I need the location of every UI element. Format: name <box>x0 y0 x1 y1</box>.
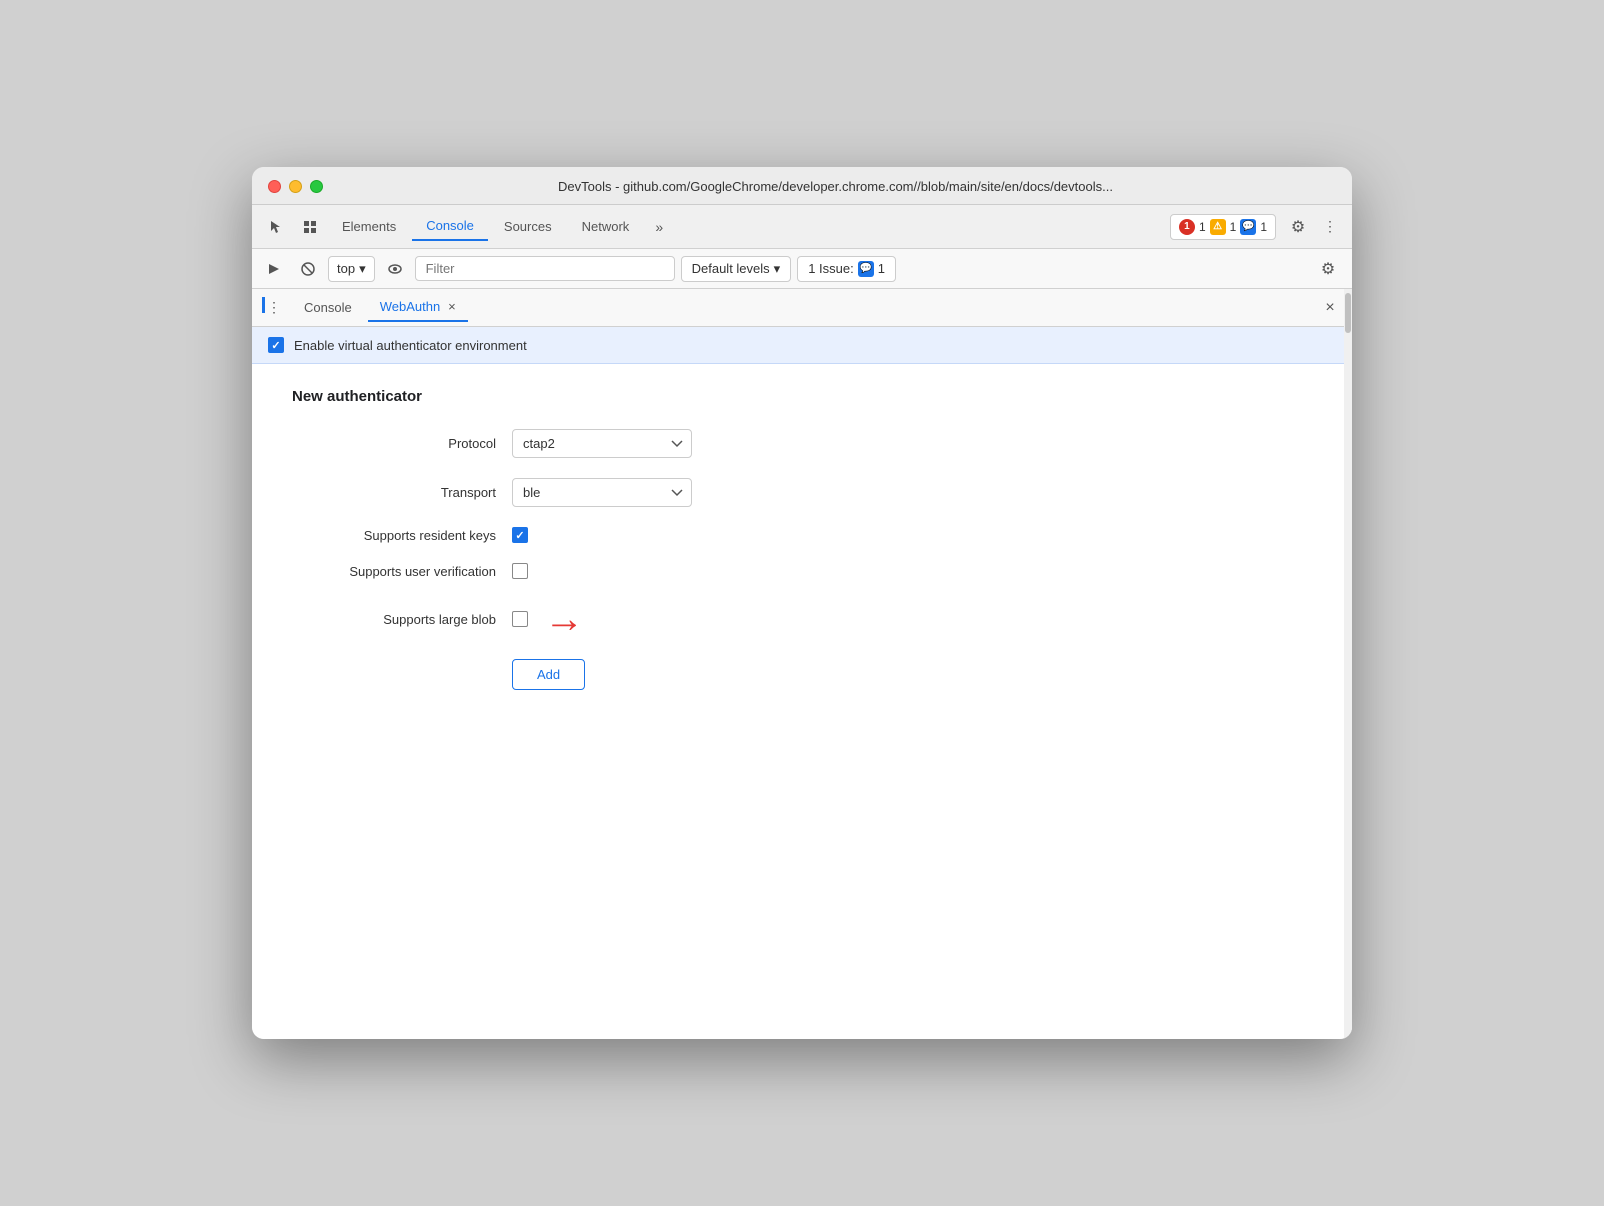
default-levels-label: Default levels <box>692 261 770 276</box>
close-webauthn-tab-icon[interactable]: × <box>448 299 456 314</box>
more-options-icon[interactable]: ⋮ <box>1316 213 1344 241</box>
traffic-lights <box>268 180 323 193</box>
console-settings-icon[interactable]: ⚙ <box>1312 253 1344 285</box>
chevron-down-icon: ▾ <box>774 261 781 277</box>
tab-console[interactable]: Console <box>412 212 488 241</box>
console-toolbar: top ▾ Default levels ▾ 1 Issue: 💬 1 ⚙ <box>252 249 1352 289</box>
resident-keys-label: Supports resident keys <box>292 528 512 543</box>
issues-label: 1 Issue: <box>808 261 854 276</box>
new-authenticator-section: New authenticator Protocol ctap2 u2f Tra… <box>252 364 1352 734</box>
resident-keys-checkbox[interactable] <box>512 527 528 543</box>
scrollbar-thumb[interactable] <box>1345 293 1351 333</box>
tab-console-panel[interactable]: Console <box>292 294 364 321</box>
minimize-window-button[interactable] <box>289 180 302 193</box>
ban-icon[interactable] <box>294 255 322 283</box>
user-verification-row: Supports user verification <box>292 563 1312 579</box>
protocol-row: Protocol ctap2 u2f <box>292 429 1312 458</box>
add-button-row: Add <box>292 659 1312 690</box>
panel-tabs-bar: ⋮ Console WebAuthn × × <box>252 289 1352 327</box>
filter-input[interactable] <box>415 256 675 281</box>
warning-icon: ⚠ <box>1210 219 1226 235</box>
protocol-select[interactable]: ctap2 u2f <box>512 429 692 458</box>
default-levels-button[interactable]: Default levels ▾ <box>681 256 792 282</box>
context-value: top <box>337 261 355 276</box>
devtools-window: DevTools - github.com/GoogleChrome/devel… <box>252 167 1352 1039</box>
eye-icon[interactable] <box>381 255 409 283</box>
blue-indicator <box>262 297 265 313</box>
enable-auth-label: Enable virtual authenticator environment <box>294 338 527 353</box>
window-title: DevTools - github.com/GoogleChrome/devel… <box>335 179 1336 194</box>
transport-label: Transport <box>292 485 512 500</box>
context-selector[interactable]: top ▾ <box>328 256 375 282</box>
enable-auth-bar: Enable virtual authenticator environment <box>252 327 1352 364</box>
close-panel-button[interactable]: × <box>1316 294 1344 322</box>
large-blob-checkbox[interactable] <box>512 611 528 627</box>
user-verification-label: Supports user verification <box>292 564 512 579</box>
chevron-down-icon: ▾ <box>359 261 366 277</box>
new-authenticator-title: New authenticator <box>292 388 1312 405</box>
badge-group: 1 1 ⚠ 1 💬 1 <box>1170 214 1276 240</box>
transport-row: Transport ble usb nfc internal <box>292 478 1312 507</box>
message-count: 1 <box>1260 220 1267 234</box>
issues-button[interactable]: 1 Issue: 💬 1 <box>797 256 896 282</box>
transport-select[interactable]: ble usb nfc internal <box>512 478 692 507</box>
tab-sources[interactable]: Sources <box>490 213 566 240</box>
resident-keys-row: Supports resident keys <box>292 527 1312 543</box>
execute-context-icon[interactable] <box>260 255 288 283</box>
warning-count: 1 <box>1230 220 1237 234</box>
title-bar: DevTools - github.com/GoogleChrome/devel… <box>252 167 1352 205</box>
layers-icon[interactable] <box>294 211 326 243</box>
user-verification-checkbox[interactable] <box>512 563 528 579</box>
tab-network[interactable]: Network <box>568 213 644 240</box>
error-count: 1 <box>1199 220 1206 234</box>
more-tabs-button[interactable]: » <box>645 213 673 241</box>
tab-elements[interactable]: Elements <box>328 213 410 240</box>
large-blob-label: Supports large blob <box>292 612 512 627</box>
cursor-icon[interactable] <box>260 211 292 243</box>
enable-auth-checkbox[interactable] <box>268 337 284 353</box>
close-window-button[interactable] <box>268 180 281 193</box>
error-badge-button[interactable]: 1 1 ⚠ 1 💬 1 <box>1170 214 1276 240</box>
issues-count: 1 <box>878 261 885 276</box>
devtools-tab-bar: Elements Console Sources Network » 1 1 ⚠… <box>252 205 1352 249</box>
issues-icon: 💬 <box>858 261 874 277</box>
add-authenticator-button[interactable]: Add <box>512 659 585 690</box>
protocol-label: Protocol <box>292 436 512 451</box>
large-blob-container: ← <box>512 599 584 639</box>
large-blob-row: Supports large blob ← <box>292 599 1312 639</box>
message-icon: 💬 <box>1240 219 1256 235</box>
tab-webauthn-panel[interactable]: WebAuthn × <box>368 293 468 322</box>
error-icon: 1 <box>1179 219 1195 235</box>
main-content: ⋮ Console WebAuthn × × Enable virtual au… <box>252 289 1352 1039</box>
scrollbar[interactable] <box>1344 289 1352 1039</box>
red-arrow-annotation: ← <box>544 599 584 639</box>
settings-icon[interactable]: ⚙ <box>1282 211 1314 243</box>
maximize-window-button[interactable] <box>310 180 323 193</box>
